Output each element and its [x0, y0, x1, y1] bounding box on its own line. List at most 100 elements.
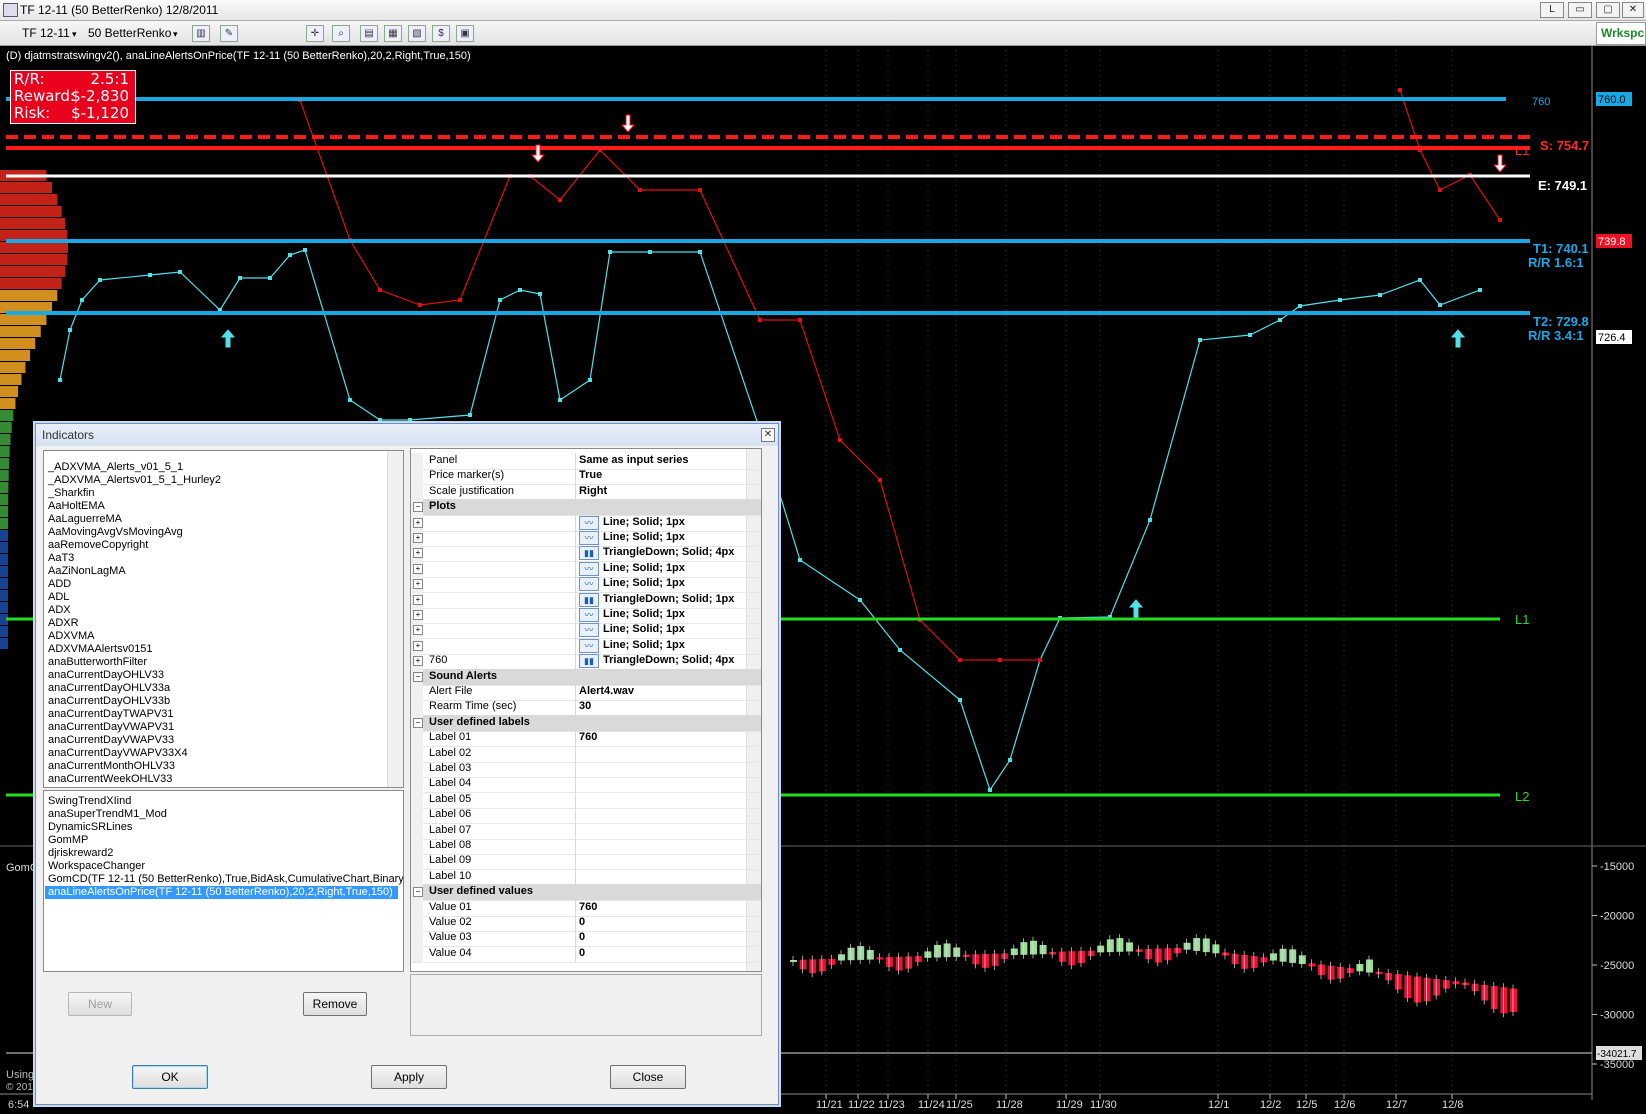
- property-value[interactable]: Alert4.wav: [579, 685, 634, 697]
- collapse-icon[interactable]: −: [413, 717, 423, 728]
- indicator-list-item[interactable]: anaCurrentWeekOHLV33: [48, 773, 172, 786]
- new-button[interactable]: New: [68, 992, 132, 1016]
- applied-indicators-list[interactable]: SwingTrendXIind anaSuperTrendM1_Mod Dynami…: [43, 790, 404, 972]
- list-scrollbar[interactable]: [387, 451, 403, 787]
- indicator-list-item[interactable]: anaCurrentDayVWAPV33X4: [48, 747, 188, 760]
- expand-icon[interactable]: +: [413, 610, 423, 620]
- zoom-icon[interactable]: ⌕: [332, 25, 350, 42]
- property-value[interactable]: Right: [579, 485, 607, 497]
- indicator-list-item[interactable]: anaCurrentDayOHLV33b: [48, 695, 170, 708]
- strategy-icon[interactable]: ▧: [408, 25, 426, 42]
- applied-indicator-item[interactable]: SwingTrendXIind: [48, 795, 131, 808]
- property-value[interactable]: 0: [579, 931, 585, 943]
- indicators-icon[interactable]: ▦: [384, 25, 402, 42]
- indicator-list-item[interactable]: ADX: [48, 604, 71, 617]
- indicator-list-item[interactable]: ADXVMA: [48, 630, 94, 643]
- property-value[interactable]: TriangleDown; Solid; 4px: [603, 546, 734, 558]
- indicator-list-item[interactable]: anaCurrentDayTWAPV31: [48, 708, 174, 721]
- property-grid[interactable]: Panel Same as input series Price marker(s)…: [410, 448, 762, 972]
- remove-button[interactable]: Remove: [303, 992, 367, 1016]
- dialog-title-bar[interactable]: Indicators ✕: [36, 424, 778, 446]
- close-icon[interactable]: ✕: [761, 428, 775, 442]
- expand-icon[interactable]: +: [413, 640, 423, 651]
- available-indicators-list[interactable]: _ADXVMA_Alerts_v01_5_1 _ADXVMA_Alertsv01_…: [43, 450, 404, 788]
- data-box-icon[interactable]: ▣: [456, 25, 474, 42]
- property-value[interactable]: 760: [579, 731, 597, 743]
- collapse-icon[interactable]: −: [413, 887, 423, 898]
- close-button[interactable]: Close: [610, 1065, 686, 1089]
- indicator-list-item[interactable]: anaCurrentDayVWAPV33: [48, 734, 174, 747]
- indicator-list-item[interactable]: AaLaguerreMA: [48, 513, 122, 526]
- indicator-list-item[interactable]: ADL: [48, 591, 69, 604]
- indicator-list-item[interactable]: ADXR: [48, 617, 79, 630]
- expand-icon[interactable]: +: [413, 656, 423, 667]
- collapse-icon[interactable]: −: [413, 671, 423, 682]
- property-value[interactable]: 0: [579, 947, 585, 959]
- workspace-selector[interactable]: Wrkspc: [1596, 22, 1646, 45]
- applied-indicator-item[interactable]: anaSuperTrendM1_Mod: [48, 808, 167, 821]
- instrument-selector[interactable]: TF 12-11: [22, 26, 70, 40]
- ok-button[interactable]: OK: [132, 1065, 208, 1089]
- period-selector[interactable]: 50 BetterRenko: [88, 26, 171, 40]
- property-value[interactable]: 760: [579, 901, 597, 913]
- chevron-down-icon[interactable]: ▾: [173, 29, 178, 40]
- indicator-list-item[interactable]: aaRemoveCopyright: [48, 539, 148, 552]
- bar-type-icon[interactable]: ▥: [192, 25, 210, 42]
- indicator-list-item[interactable]: _ADXVMA_Alertsv01_5_1_Hurley2: [48, 474, 221, 487]
- property-value[interactable]: Line; Solid; 1px: [603, 608, 685, 620]
- crosshair-icon[interactable]: ✛: [306, 25, 324, 42]
- indicator-list-item[interactable]: _ADXVMA_Alerts_v01_5_1: [48, 461, 183, 474]
- dollar-icon[interactable]: $: [432, 25, 450, 42]
- properties-icon[interactable]: ▤: [360, 25, 378, 42]
- expand-icon[interactable]: +: [413, 517, 423, 528]
- delta-bar: [1020, 942, 1028, 955]
- property-value[interactable]: Line; Solid; 1px: [603, 623, 685, 635]
- indicator-list-item[interactable]: AaMovingAvgVsMovingAvg: [48, 526, 183, 539]
- apply-button[interactable]: Apply: [371, 1065, 447, 1089]
- pencil-draw-icon[interactable]: ✎: [220, 25, 238, 42]
- expand-icon[interactable]: +: [413, 533, 423, 543]
- property-value[interactable]: 30: [579, 700, 591, 712]
- property-value[interactable]: TriangleDown; Solid; 1px: [603, 593, 734, 605]
- expand-icon[interactable]: +: [413, 625, 423, 636]
- property-value[interactable]: Same as input series: [579, 454, 688, 466]
- volume-profile-bar: [0, 422, 12, 433]
- indicator-list-item[interactable]: anaCurrentDayVWAPV31: [48, 721, 174, 734]
- indicator-list-item[interactable]: anaCurrentDayOHLV33a: [48, 682, 170, 695]
- expand-icon[interactable]: +: [413, 548, 423, 559]
- indicator-list-item[interactable]: anaCurrentDayOHLV33: [48, 669, 164, 682]
- indicator-list-item[interactable]: AaHoltEMA: [48, 500, 105, 513]
- property-value[interactable]: 0: [579, 916, 585, 928]
- indicator-list-item[interactable]: AaT3: [48, 552, 74, 565]
- applied-indicator-item[interactable]: djriskreward2: [48, 847, 113, 860]
- property-value[interactable]: TriangleDown; Solid; 4px: [603, 654, 734, 666]
- indicator-list-item[interactable]: anaCurrentWeekVWAPV36: [48, 786, 183, 787]
- close-window-button[interactable]: ✕: [1622, 2, 1644, 18]
- applied-indicator-item[interactable]: WorkspaceChanger: [48, 860, 145, 873]
- applied-indicator-item[interactable]: GomMP: [48, 834, 88, 847]
- chevron-down-icon[interactable]: ▾: [72, 29, 77, 40]
- property-value[interactable]: True: [579, 469, 602, 481]
- applied-indicator-item[interactable]: anaLineAlertsOnPrice(TF 12-11 (50 Better…: [45, 886, 398, 899]
- indicator-list-item[interactable]: AaZiNonLagMA: [48, 565, 126, 578]
- indicator-list-item[interactable]: ADD: [48, 578, 71, 591]
- property-value[interactable]: Line; Solid; 1px: [603, 577, 685, 589]
- link-button[interactable]: L: [1540, 2, 1564, 18]
- indicator-list-item[interactable]: _Sharkfin: [48, 487, 94, 500]
- property-value[interactable]: Line; Solid; 1px: [603, 531, 685, 543]
- applied-indicator-item[interactable]: GomCD(TF 12-11 (50 BetterRenko),True,Bid…: [48, 873, 403, 886]
- maximize-button[interactable]: ▢: [1596, 2, 1620, 18]
- property-value[interactable]: Line; Solid; 1px: [603, 516, 685, 528]
- expand-icon[interactable]: +: [413, 563, 423, 574]
- collapse-icon[interactable]: −: [413, 502, 423, 513]
- indicator-list-item[interactable]: ADXVMAAlertsv0151: [48, 643, 153, 656]
- expand-icon[interactable]: +: [413, 579, 423, 590]
- indicator-list-item[interactable]: anaCurrentMonthOHLV33: [48, 760, 175, 773]
- property-row[interactable]: Value 04 0: [411, 945, 761, 963]
- indicator-list-item[interactable]: anaButterworthFilter: [48, 656, 147, 669]
- expand-icon[interactable]: +: [413, 594, 423, 605]
- property-value[interactable]: Line; Solid; 1px: [603, 562, 685, 574]
- property-value[interactable]: Line; Solid; 1px: [603, 639, 685, 651]
- minimize-button[interactable]: ▭: [1568, 2, 1592, 18]
- applied-indicator-item[interactable]: DynamicSRLines: [48, 821, 132, 834]
